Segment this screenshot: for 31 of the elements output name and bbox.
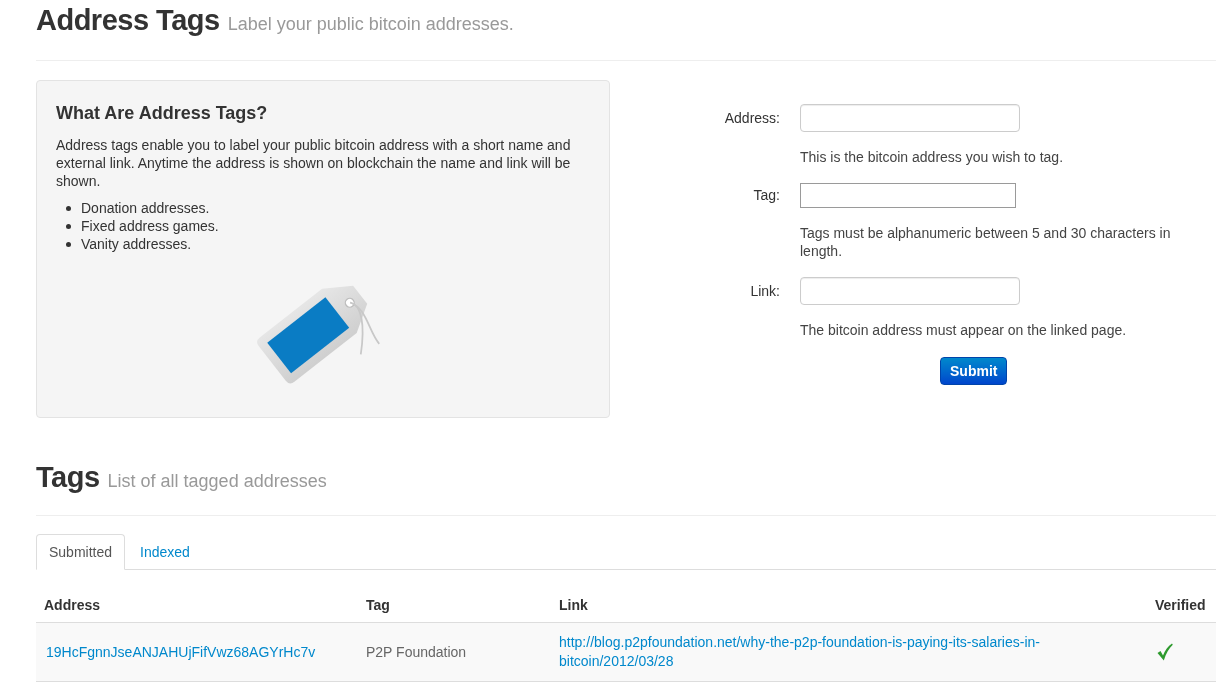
info-text: Address tags enable you to label your public bitcoin address with a short name and external link. Anytime the address is shown on blockchain the name and link will be shown. xyxy=(56,136,572,190)
bullet-icon xyxy=(66,241,71,247)
input-field[interactable] xyxy=(800,104,1020,132)
column-header: Verified xyxy=(1147,588,1216,623)
input-field[interactable] xyxy=(800,277,1020,305)
help-text: The bitcoin address must appear on the linked page. xyxy=(800,321,1128,339)
input-field[interactable] xyxy=(800,183,1016,208)
field-label: Address: xyxy=(723,109,780,128)
address-link[interactable]: 19HcFgnnJseANJAHUjFifVwz68AGYrHc7v xyxy=(46,643,316,660)
help-text: This is the bitcoin address you wish to tag. xyxy=(800,148,1065,166)
list-item: Vanity addresses. xyxy=(81,235,192,253)
page-subtitle: Label your public bitcoin addresses. xyxy=(227,13,514,36)
page-title: Address Tags xyxy=(36,3,220,38)
column-header: Link xyxy=(551,588,1147,623)
help-text: Tags must be alphanumeric between 5 and 30 characters in length. xyxy=(800,224,1172,260)
info-title: What Are Address Tags? xyxy=(56,102,269,125)
list-item: Fixed address games. xyxy=(81,217,219,235)
column-header: Tag xyxy=(358,588,551,623)
submit-button[interactable]: Submit xyxy=(940,357,1008,385)
tab[interactable]: Submitted xyxy=(36,534,126,570)
field-label: Tag: xyxy=(752,186,780,205)
tab[interactable]: Indexed xyxy=(127,534,203,570)
list-item: Donation addresses. xyxy=(81,199,210,217)
table-cell: P2P Foundation xyxy=(358,622,551,682)
bullet-icon xyxy=(66,205,71,211)
bullet-icon xyxy=(66,223,71,229)
section-title: Tags xyxy=(36,460,100,495)
section-subtitle: List of all tagged addresses xyxy=(107,470,327,493)
column-header: Address xyxy=(36,588,358,623)
field-label: Link: xyxy=(749,282,780,301)
url-link[interactable]: http://blog.p2pfoundation.net/why-the-p2p-foundation-is-paying-its-salaries-in-bitcoin/2012/03/28 xyxy=(559,633,1069,671)
